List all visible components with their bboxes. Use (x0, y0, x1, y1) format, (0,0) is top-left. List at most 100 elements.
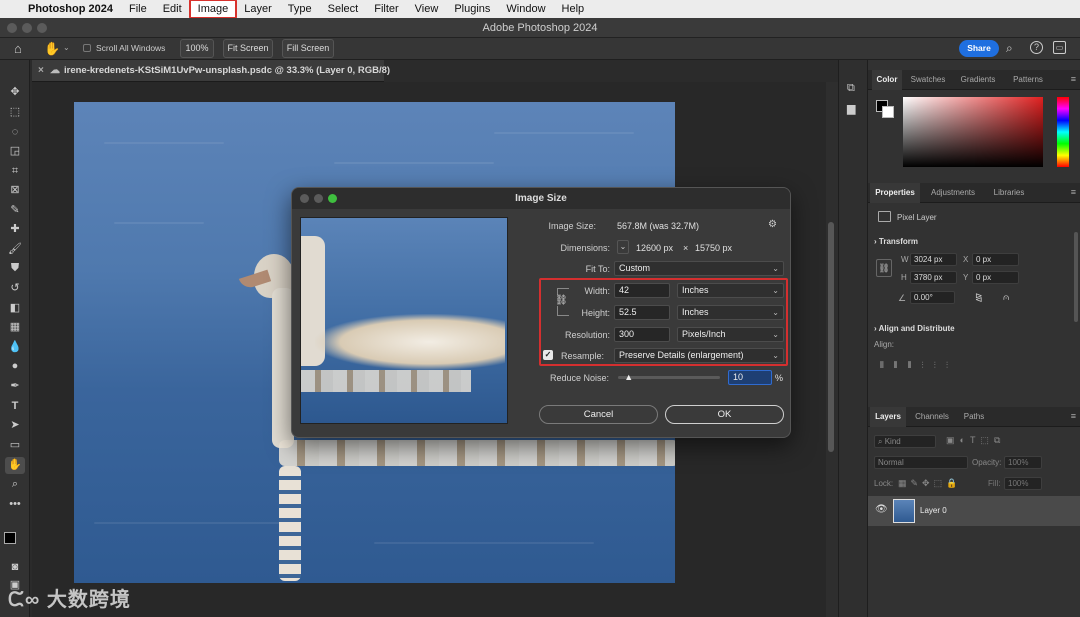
resolution-unit-select[interactable]: Pixels/Inch ⌄ (677, 327, 784, 342)
close-tab-icon[interactable]: × (38, 60, 44, 82)
fit-to-select[interactable]: Custom ⌄ (614, 261, 784, 276)
tab-paths[interactable]: Paths (958, 407, 990, 427)
angle-field[interactable]: 0.00° (910, 291, 955, 304)
fit-screen-button[interactable]: Fit Screen (223, 39, 273, 58)
tab-adjustments[interactable]: Adjustments (922, 183, 984, 203)
tab-patterns[interactable]: Patterns (1004, 70, 1052, 90)
vertical-scrollbar-thumb[interactable] (828, 222, 834, 452)
scroll-all-windows-checkbox[interactable] (83, 44, 91, 52)
layer-filter-icons[interactable]: ▣◐T⬚⧉ (946, 435, 1005, 446)
resample-checkbox[interactable]: ✓ (543, 350, 553, 360)
link-dimensions-icon[interactable]: ⛓ (876, 259, 892, 277)
menu-plugins[interactable]: Plugins (446, 0, 498, 18)
menu-type[interactable]: Type (280, 0, 320, 18)
align-buttons-icon[interactable]: ⫴⫴⫴⫶⫶⫶ (880, 360, 958, 371)
height-input[interactable]: 52.5 (614, 305, 670, 320)
properties-scrollbar[interactable] (1074, 232, 1078, 322)
color-picker-field[interactable] (903, 97, 1043, 167)
object-select-tool-icon[interactable]: ◲ (7, 144, 23, 158)
menu-file[interactable]: File (121, 0, 155, 18)
flip-horizontal-icon[interactable]: ⧎ (975, 292, 983, 303)
resolution-input[interactable]: 300 (614, 327, 670, 342)
tab-swatches[interactable]: Swatches (904, 70, 952, 90)
tab-properties[interactable]: Properties (870, 183, 920, 203)
fill-field[interactable]: 100% (1004, 477, 1042, 490)
move-tool-icon[interactable]: ✥ (7, 85, 23, 99)
menu-view[interactable]: View (407, 0, 447, 18)
lasso-tool-icon[interactable]: ◌ (7, 125, 23, 139)
menu-help[interactable]: Help (554, 0, 593, 18)
menu-app-name[interactable]: Photoshop 2024 (22, 0, 121, 18)
width-unit-select[interactable]: Inches ⌄ (677, 283, 784, 298)
history-brush-tool-icon[interactable]: ↺ (7, 281, 23, 295)
zoom-tool-icon[interactable]: ⌕ (7, 477, 23, 491)
panel-background-swatch[interactable] (882, 106, 894, 118)
lock-icons[interactable]: ▦✎✥⬚🔒 (898, 478, 961, 489)
path-select-tool-icon[interactable]: ➤ (7, 418, 23, 432)
ok-button[interactable]: OK (665, 405, 784, 424)
zoom-100-button[interactable]: 100% (180, 39, 214, 58)
layer-kind-filter[interactable]: ⌕ Kind (874, 435, 936, 448)
history-panel-icon[interactable]: ⧉ (847, 82, 855, 95)
flip-vertical-icon[interactable]: ⩀ (1003, 292, 1009, 303)
w-field[interactable]: 3024 px (910, 253, 957, 266)
dialog-titlebar[interactable]: Image Size (292, 188, 790, 209)
align-section-title[interactable]: › Align and Distribute (874, 324, 955, 333)
menu-image[interactable]: Image (188, 0, 238, 19)
window-zoom-button[interactable] (37, 23, 47, 33)
x-field[interactable]: 0 px (972, 253, 1019, 266)
cancel-button[interactable]: Cancel (539, 405, 658, 424)
comments-panel-icon[interactable]: ▆ (847, 102, 855, 115)
transform-section-title[interactable]: › Transform (874, 237, 918, 246)
menu-filter[interactable]: Filter (366, 0, 406, 18)
type-tool-icon[interactable]: T (7, 399, 23, 413)
hand-tool-icon[interactable]: ✋ (44, 41, 60, 57)
dialog-zoom-button[interactable] (328, 194, 337, 203)
blur-tool-icon[interactable]: 💧 (7, 340, 23, 354)
more-tools-icon[interactable]: ••• (7, 497, 23, 511)
tab-libraries[interactable]: Libraries (986, 183, 1032, 203)
window-minimize-button[interactable] (22, 23, 32, 33)
y-field[interactable]: 0 px (972, 271, 1019, 284)
height-unit-select[interactable]: Inches ⌄ (677, 305, 784, 320)
tab-channels[interactable]: Channels (908, 407, 956, 427)
gradient-tool-icon[interactable]: ▦ (7, 320, 23, 334)
clone-stamp-tool-icon[interactable]: ⛊ (7, 261, 23, 275)
panel-menu-icon[interactable]: ≡ (1071, 411, 1076, 421)
menu-layer[interactable]: Layer (236, 0, 280, 18)
pen-tool-icon[interactable]: ✒ (7, 379, 23, 393)
width-input[interactable]: 42 (614, 283, 670, 298)
reduce-noise-slider-thumb[interactable]: ▲ (624, 372, 633, 382)
tool-preset-chevron-icon[interactable]: ⌄ (63, 43, 70, 52)
rectangle-tool-icon[interactable]: ▭ (7, 438, 23, 452)
constrain-proportions-link-icon[interactable]: ⛓ (555, 295, 568, 306)
foreground-color-swatch[interactable] (4, 532, 16, 544)
h-field[interactable]: 3780 px (910, 271, 957, 284)
dialog-close-button[interactable] (300, 194, 309, 203)
window-close-button[interactable] (7, 23, 17, 33)
crop-tool-icon[interactable]: ⌗ (7, 164, 23, 178)
eraser-tool-icon[interactable]: ◧ (7, 301, 23, 315)
panel-menu-icon[interactable]: ≡ (1071, 187, 1076, 197)
fill-screen-button[interactable]: Fill Screen (282, 39, 334, 58)
document-tab[interactable]: × ☁ irene-kredenets-KStSiM1UvPw-unsplash… (32, 60, 390, 82)
dialog-minimize-button[interactable] (314, 194, 323, 203)
menu-select[interactable]: Select (320, 0, 367, 18)
quick-mask-icon[interactable]: ◙ (7, 560, 23, 574)
hand-tool-icon[interactable]: ✋ (5, 457, 25, 474)
eyedropper-tool-icon[interactable]: ✎ (7, 203, 23, 217)
share-button[interactable]: Share (959, 40, 999, 57)
image-preview[interactable] (300, 217, 508, 424)
search-icon[interactable]: ⌕ (1006, 41, 1013, 56)
layer-row[interactable]: 👁 Layer 0 (868, 496, 1080, 526)
home-icon[interactable]: ⌂ (14, 41, 22, 56)
tab-gradients[interactable]: Gradients (954, 70, 1002, 90)
reduce-noise-slider[interactable] (618, 376, 720, 379)
panel-menu-icon[interactable]: ≡ (1071, 74, 1076, 84)
settings-gear-icon[interactable]: ⚙ (768, 219, 777, 230)
menu-edit[interactable]: Edit (155, 0, 190, 18)
brush-tool-icon[interactable]: 🖌 (7, 242, 23, 256)
hue-slider[interactable] (1057, 97, 1069, 167)
dodge-tool-icon[interactable]: ● (7, 359, 23, 373)
menu-window[interactable]: Window (498, 0, 553, 18)
